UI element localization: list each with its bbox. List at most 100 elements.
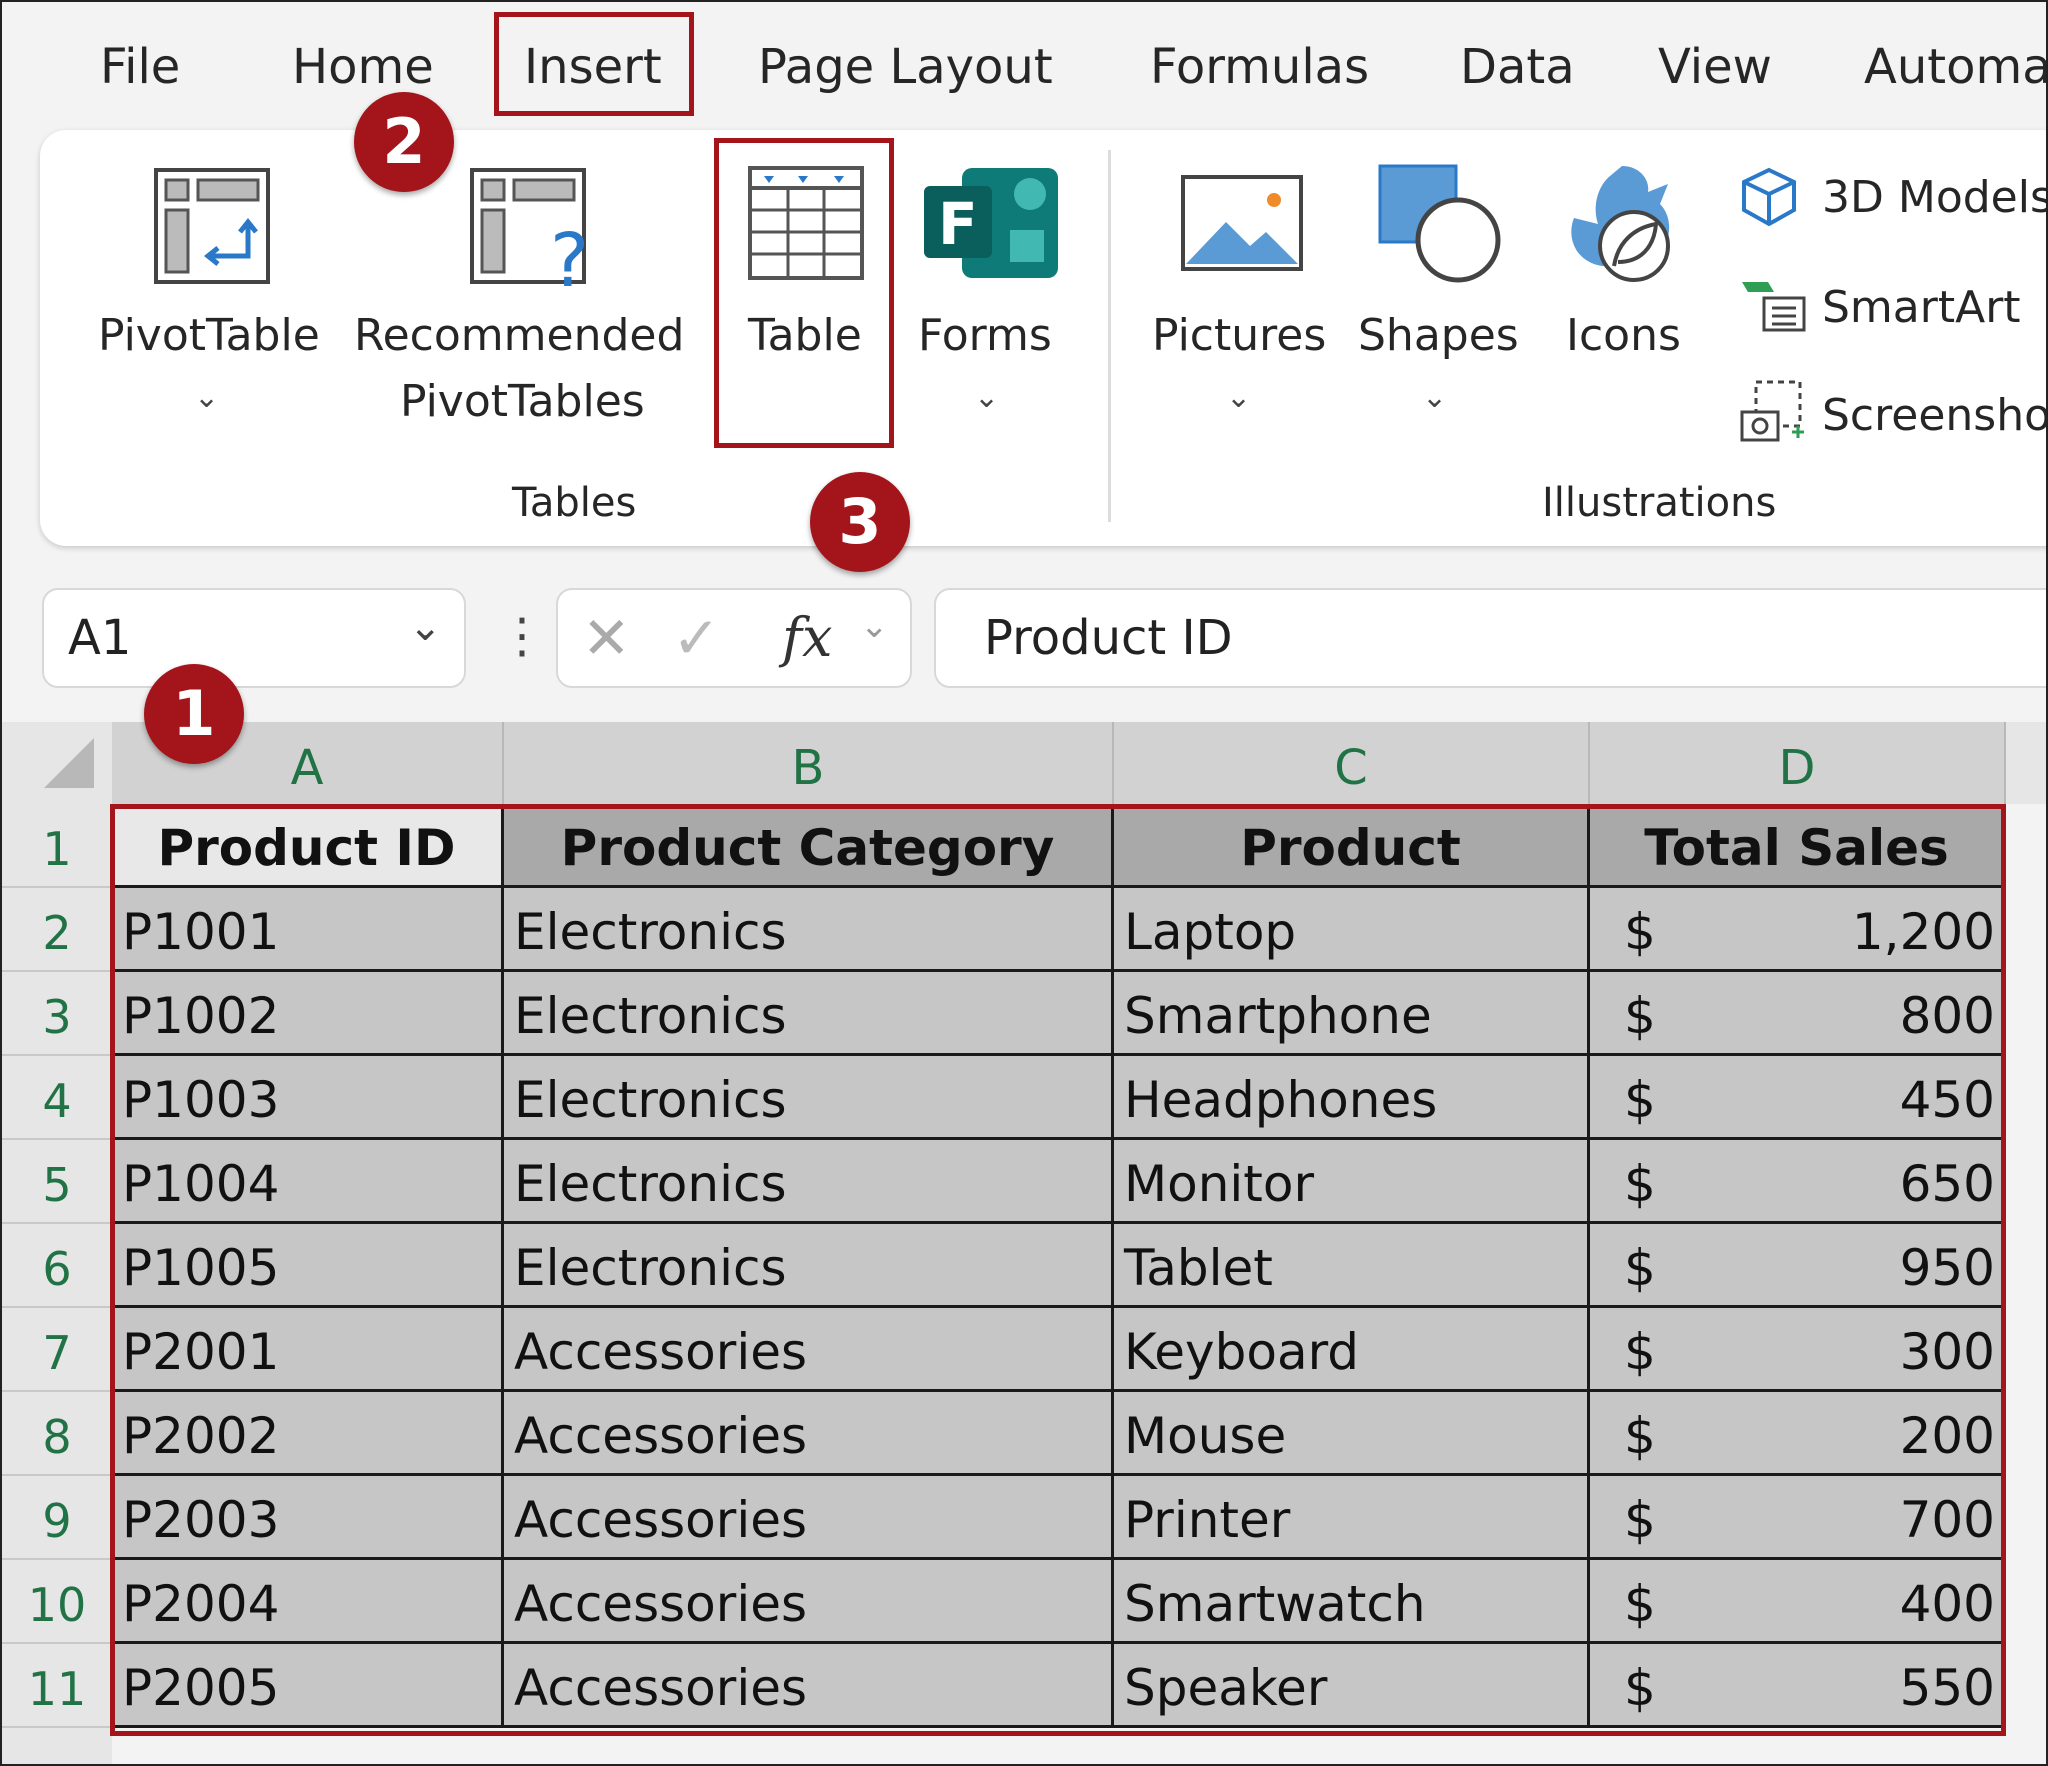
icons-label: Icons [1566,310,1681,361]
table-header-total-sales[interactable]: Total Sales [1590,804,2006,888]
table-cell-product-id[interactable]: P1001 [112,888,504,972]
sales-amount: 400 [1899,1575,1995,1633]
table-cell-product[interactable]: Mouse [1114,1392,1590,1476]
table-cell-total-sales[interactable]: $1,200 [1590,888,2006,972]
table-cell-product[interactable]: Smartwatch [1114,1560,1590,1644]
svg-text:F: F [938,190,978,258]
table-cell-product[interactable]: Monitor [1114,1140,1590,1224]
table-cell-product[interactable]: Headphones [1114,1056,1590,1140]
pivottable-label: PivotTable [98,310,320,361]
menu-tabs: File Home Insert Page Layout Formulas Da… [2,32,2046,102]
row-header-3[interactable]: 3 [2,972,112,1056]
table-header-product-id[interactable]: Product ID [112,804,504,888]
chevron-down-icon[interactable]: ⌄ [408,604,442,650]
forms-label: Forms [918,310,1052,361]
table-cell-total-sales[interactable]: $800 [1590,972,2006,1056]
table-cell-product-id[interactable]: P2003 [112,1476,504,1560]
table-cell-product-id[interactable]: P1004 [112,1140,504,1224]
table-cell-product-category[interactable]: Electronics [504,972,1114,1056]
table-cell-product-category[interactable]: Electronics [504,1140,1114,1224]
table-cell-product-id[interactable]: P1002 [112,972,504,1056]
table-cell-product[interactable]: Speaker [1114,1644,1590,1728]
sales-amount: 300 [1899,1323,1995,1381]
tab-automate[interactable]: Automa [1864,32,2046,102]
tab-file[interactable]: File [100,32,180,102]
table-cell-product-id[interactable]: P2004 [112,1560,504,1644]
table-cell-total-sales[interactable]: $200 [1590,1392,2006,1476]
table-cell-total-sales[interactable]: $550 [1590,1644,2006,1728]
tab-home[interactable]: Home [292,32,434,102]
tab-view[interactable]: View [1658,32,1772,102]
table-cell-total-sales[interactable]: $450 [1590,1056,2006,1140]
select-all-corner[interactable] [2,722,112,804]
currency-symbol: $ [1624,1155,1656,1213]
table-cell-total-sales[interactable]: $950 [1590,1224,2006,1308]
currency-symbol: $ [1624,1491,1656,1549]
column-header-b[interactable]: B [504,722,1114,804]
sales-amount: 450 [1899,1071,1995,1129]
name-box[interactable]: A1 ⌄ [42,588,466,688]
pivottable-icon [154,168,270,284]
table-cell-product-category[interactable]: Accessories [504,1392,1114,1476]
row-header-partial [2,1728,112,1764]
currency-symbol: $ [1624,1323,1656,1381]
row-header-2[interactable]: 2 [2,888,112,972]
sales-amount: 1,200 [1851,903,1995,961]
row-header-4[interactable]: 4 [2,1056,112,1140]
chevron-down-icon: ⌄ [974,380,1000,415]
more-options-icon[interactable]: ⋮ [498,606,546,666]
column-header-d[interactable]: D [1590,722,2006,804]
select-all-triangle-icon [44,738,94,788]
row-header-5[interactable]: 5 [2,1140,112,1224]
cancel-icon[interactable]: ✕ [582,604,631,672]
smartart-label: SmartArt [1822,282,2021,333]
column-header-c[interactable]: C [1114,722,1590,804]
table-cell-product-id[interactable]: P1003 [112,1056,504,1140]
table-cell-product-id[interactable]: P2005 [112,1644,504,1728]
recommended-label-line1: Recommended [354,310,685,361]
row-header-8[interactable]: 8 [2,1392,112,1476]
row-header-7[interactable]: 7 [2,1308,112,1392]
table-cell-product[interactable]: Keyboard [1114,1308,1590,1392]
chevron-down-icon[interactable]: ⌄ [860,606,889,646]
formula-input[interactable]: Product ID [934,588,2046,688]
table-header-product[interactable]: Product [1114,804,1590,888]
sales-amount: 700 [1899,1491,1995,1549]
enter-check-icon[interactable]: ✓ [672,604,721,672]
table-cell-product-category[interactable]: Accessories [504,1476,1114,1560]
table-cell-product-id[interactable]: P1005 [112,1224,504,1308]
shapes-label: Shapes [1358,310,1519,361]
chevron-down-icon: ⌄ [194,380,220,415]
row-header-10[interactable]: 10 [2,1560,112,1644]
insert-function-button[interactable]: fx [782,606,832,669]
tab-page-layout[interactable]: Page Layout [758,32,1053,102]
row-header-6[interactable]: 6 [2,1224,112,1308]
row-header-1[interactable]: 1 [2,804,112,888]
tab-formulas[interactable]: Formulas [1150,32,1369,102]
table-cell-product[interactable]: Tablet [1114,1224,1590,1308]
table-cell-product-category[interactable]: Accessories [504,1308,1114,1392]
table-cell-product[interactable]: Smartphone [1114,972,1590,1056]
table-cell-total-sales[interactable]: $700 [1590,1476,2006,1560]
table-header-product-category[interactable]: Product Category [504,804,1114,888]
table-cell-total-sales[interactable]: $650 [1590,1140,2006,1224]
table-cell-product-id[interactable]: P2002 [112,1392,504,1476]
sales-amount: 950 [1899,1239,1995,1297]
table-cell-product-category[interactable]: Electronics [504,888,1114,972]
sales-amount: 200 [1899,1407,1995,1465]
table-cell-product-category[interactable]: Accessories [504,1560,1114,1644]
table-cell-product-category[interactable]: Electronics [504,1224,1114,1308]
table-cell-product-category[interactable]: Accessories [504,1644,1114,1728]
tab-data[interactable]: Data [1460,32,1575,102]
icons-icon [1571,166,1670,282]
table-cell-total-sales[interactable]: $400 [1590,1560,2006,1644]
table-cell-product-category[interactable]: Electronics [504,1056,1114,1140]
table-cell-total-sales[interactable]: $300 [1590,1308,2006,1392]
row-header-9[interactable]: 9 [2,1476,112,1560]
table-cell-product-id[interactable]: P2001 [112,1308,504,1392]
table-cell-product[interactable]: Laptop [1114,888,1590,972]
currency-symbol: $ [1624,1659,1656,1717]
table-cell-product[interactable]: Printer [1114,1476,1590,1560]
currency-symbol: $ [1624,1575,1656,1633]
row-header-11[interactable]: 11 [2,1644,112,1728]
